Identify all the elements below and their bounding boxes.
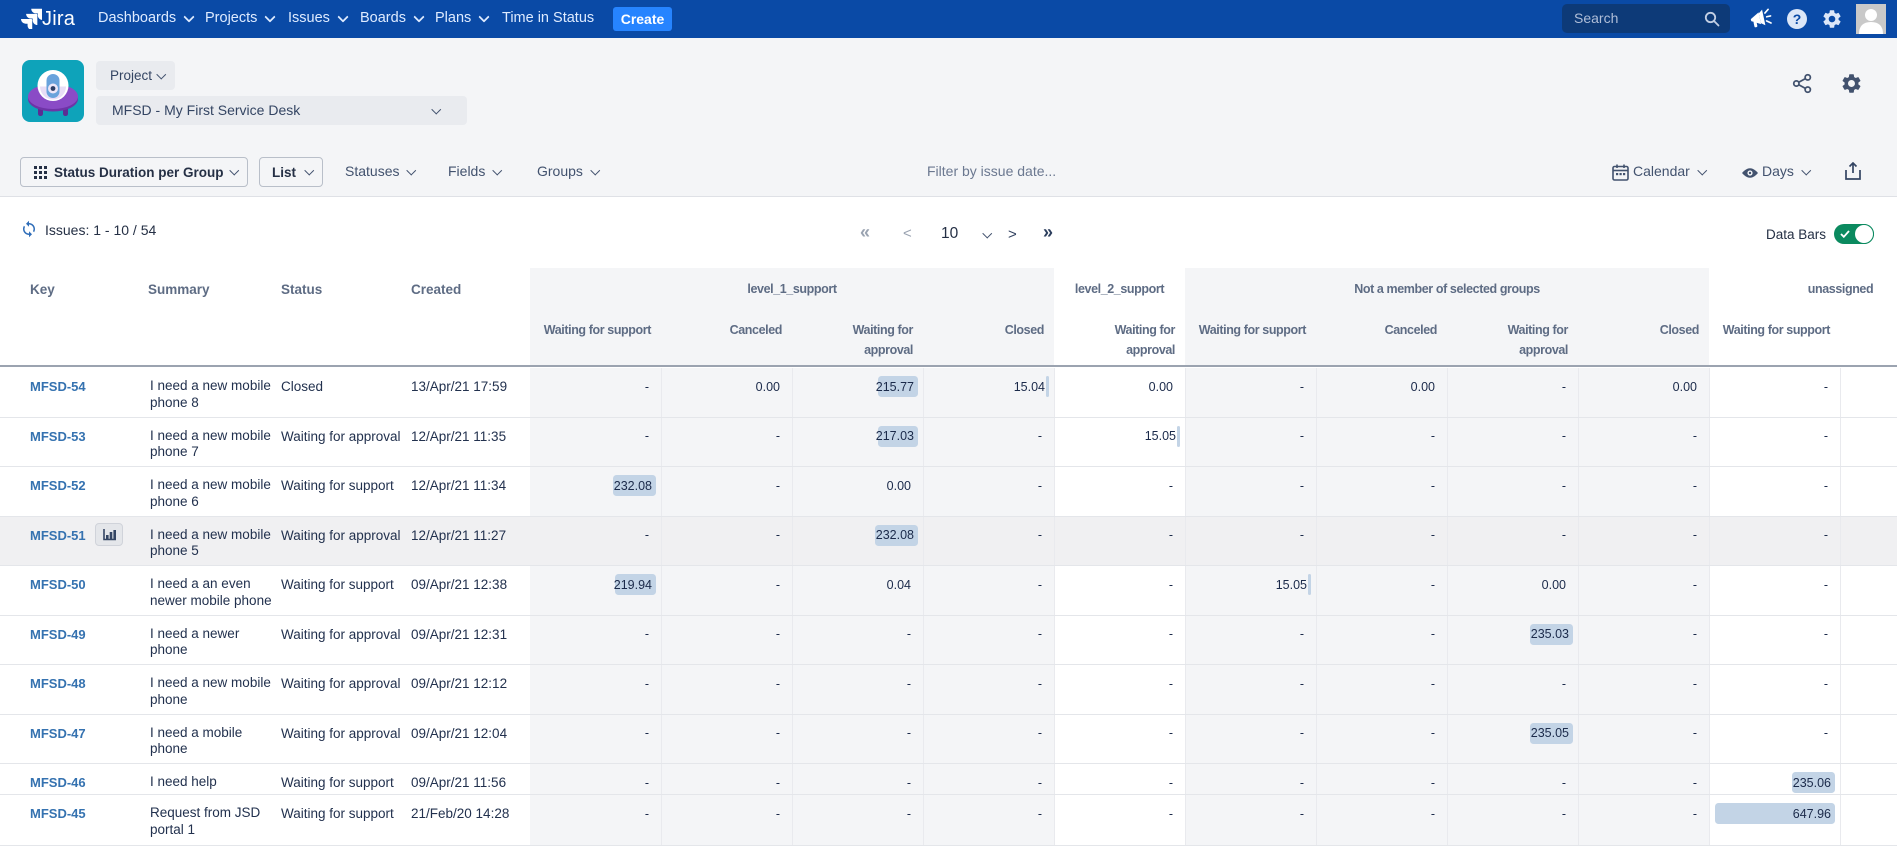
svg-text:?: ? — [1793, 11, 1802, 27]
